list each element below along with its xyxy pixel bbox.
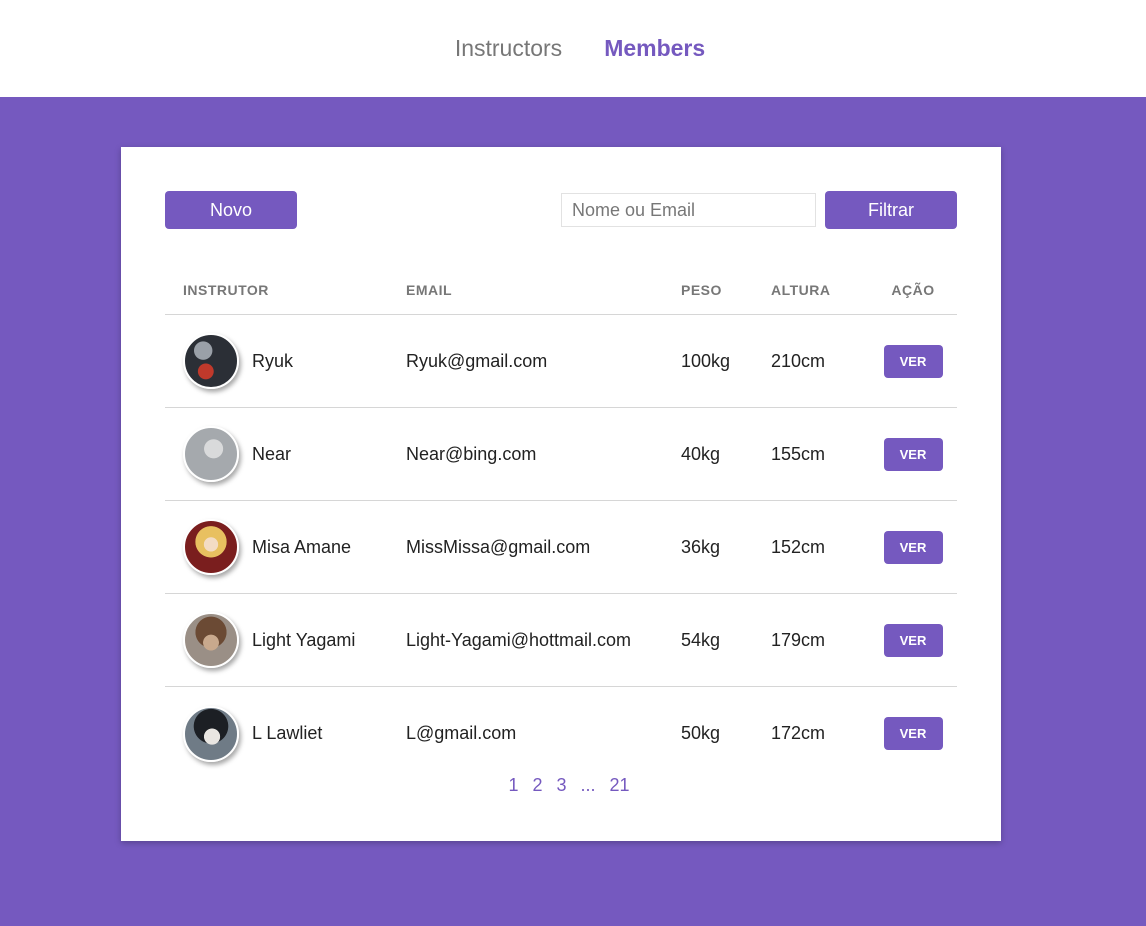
- search-input[interactable]: [561, 193, 816, 227]
- member-email: Ryuk@gmail.com: [406, 350, 548, 371]
- member-height: 152cm: [771, 536, 826, 557]
- instructor-cell: Misa Amane: [165, 519, 405, 575]
- avatar: [183, 612, 239, 668]
- view-button[interactable]: VER: [883, 530, 943, 564]
- view-button[interactable]: VER: [883, 437, 943, 471]
- avatar: [183, 426, 239, 482]
- member-weight: 100kg: [681, 350, 731, 371]
- member-name: Near: [252, 443, 292, 464]
- table-row: L Lawliet L@gmail.com 50kg 172cm VER: [165, 687, 957, 780]
- table-row: Misa Amane MissMissa@gmail.com 36kg 152c…: [165, 501, 957, 594]
- members-card: Novo Filtrar INSTRUTOR EMAIL PESO ALTURA…: [121, 147, 1001, 841]
- action-cell: VER: [869, 437, 957, 471]
- table-row: Light Yagami Light-Yagami@hottmail.com 5…: [165, 594, 957, 687]
- action-cell: VER: [869, 530, 957, 564]
- view-button[interactable]: VER: [883, 623, 943, 657]
- member-weight: 40kg: [681, 443, 721, 464]
- table-row: Ryuk Ryuk@gmail.com 100kg 210cm VER: [165, 315, 957, 408]
- page-link-1[interactable]: 1: [508, 775, 518, 796]
- column-header-height: ALTURA: [771, 281, 831, 298]
- member-name: Light Yagami: [252, 629, 356, 650]
- avatar: [183, 333, 239, 389]
- column-header-instructor: INSTRUTOR: [183, 281, 269, 298]
- member-name: Misa Amane: [252, 536, 352, 557]
- view-button[interactable]: VER: [883, 717, 943, 750]
- members-table: INSTRUTOR EMAIL PESO ALTURA AÇÃO Ryuk Ry…: [165, 265, 957, 780]
- new-member-button[interactable]: Novo: [165, 191, 297, 229]
- avatar: [183, 705, 239, 762]
- member-height: 179cm: [771, 629, 826, 650]
- table-header: INSTRUTOR EMAIL PESO ALTURA AÇÃO: [165, 265, 957, 315]
- member-height: 172cm: [771, 723, 826, 743]
- member-height: 155cm: [771, 443, 826, 464]
- filter-button[interactable]: Filtrar: [825, 191, 957, 229]
- instructor-cell: Light Yagami: [165, 612, 405, 668]
- column-header-email: EMAIL: [406, 281, 453, 298]
- column-header-weight: PESO: [681, 281, 722, 298]
- member-weight: 50kg: [681, 723, 721, 743]
- nav-link-instructors[interactable]: Instructors: [455, 35, 562, 62]
- avatar: [183, 519, 239, 575]
- main-nav: Instructors Members: [455, 35, 705, 62]
- member-email: Light-Yagami@hottmail.com: [406, 629, 632, 650]
- member-name: Ryuk: [252, 350, 294, 371]
- member-height: 210cm: [771, 350, 826, 371]
- member-email: Near@bing.com: [406, 443, 537, 464]
- column-header-action: AÇÃO: [891, 281, 935, 298]
- action-cell: VER: [869, 623, 957, 657]
- action-cell: VER: [869, 344, 957, 378]
- instructor-cell: Near: [165, 426, 405, 482]
- page-link-2[interactable]: 2: [532, 775, 542, 796]
- instructor-cell: L Lawliet: [165, 705, 405, 762]
- table-row: Near Near@bing.com 40kg 155cm VER: [165, 408, 957, 501]
- nav-link-members[interactable]: Members: [604, 35, 705, 62]
- top-header: Instructors Members: [0, 0, 1146, 97]
- action-cell: VER: [869, 717, 957, 750]
- page-link-3[interactable]: 3: [556, 775, 566, 796]
- member-email: MissMissa@gmail.com: [406, 536, 591, 557]
- page-link-last[interactable]: 21: [610, 775, 630, 796]
- member-weight: 36kg: [681, 536, 721, 557]
- page-ellipsis: ...: [580, 775, 596, 795]
- member-email: L@gmail.com: [406, 723, 517, 743]
- pagination: 1 2 3 ... 21: [121, 775, 1001, 796]
- view-button[interactable]: VER: [883, 344, 943, 378]
- member-name: L Lawliet: [252, 723, 323, 743]
- member-weight: 54kg: [681, 629, 721, 650]
- instructor-cell: Ryuk: [165, 333, 405, 389]
